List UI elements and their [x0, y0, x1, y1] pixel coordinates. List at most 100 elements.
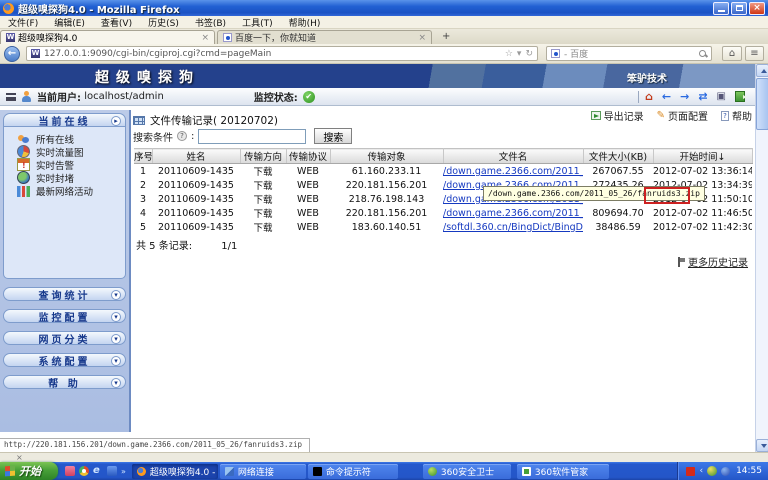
- tray-360-icon[interactable]: [707, 466, 717, 476]
- menu-tools[interactable]: 工具(T): [234, 16, 281, 29]
- hamburger-icon[interactable]: [6, 93, 16, 101]
- filename-link[interactable]: /down.game.2366.com/2011_...: [443, 166, 583, 177]
- task-button-360safe[interactable]: 360安全卫士: [423, 464, 511, 479]
- addon-bar-close-icon[interactable]: ×: [16, 453, 23, 462]
- sidebar-item-realtime-alert[interactable]: 实时告警: [4, 158, 125, 171]
- app-home-icon[interactable]: ⌂: [645, 90, 653, 103]
- web-search-input[interactable]: - 百度: [546, 46, 712, 61]
- col-protocol[interactable]: 传输协议: [286, 149, 330, 164]
- sidebar-item-all-online[interactable]: 所有在线: [4, 132, 125, 145]
- task-button-network[interactable]: 网络连接: [220, 464, 306, 479]
- expand-arrow-icon[interactable]: ▾: [111, 356, 121, 366]
- help-circle-icon: ?: [177, 131, 187, 141]
- col-direction[interactable]: 传输方向: [240, 149, 286, 164]
- menu-bookmarks[interactable]: 书签(B): [187, 16, 234, 29]
- start-button[interactable]: 开始: [0, 462, 58, 480]
- tray-app-icon[interactable]: [686, 467, 695, 476]
- sidebar-item-label: 实时告警: [36, 158, 74, 172]
- collapse-arrow-icon[interactable]: ▸: [111, 116, 121, 126]
- sidebar-section-online[interactable]: 当前在线 ▸: [3, 113, 126, 127]
- filename-link[interactable]: /softdl.360.cn/BingDict/BingDi...: [443, 222, 583, 233]
- back-button[interactable]: ←: [4, 46, 20, 62]
- reload-icon[interactable]: ↻: [525, 49, 533, 59]
- home-button[interactable]: ⌂: [722, 46, 742, 61]
- sidebar-item-realtime-block[interactable]: 实时封堵: [4, 171, 125, 184]
- sidebar-item-traffic-graph[interactable]: 实时流量图: [4, 145, 125, 158]
- search-row: 搜索条件 ? : 搜索: [133, 128, 352, 144]
- vertical-scrollbar[interactable]: [755, 64, 768, 452]
- dropdown-icon[interactable]: ▾: [517, 49, 522, 59]
- expand-arrow-icon[interactable]: ▾: [111, 378, 121, 388]
- expand-arrow-icon[interactable]: ▾: [111, 290, 121, 300]
- menu-help[interactable]: 帮助(H): [281, 16, 329, 29]
- tray-collapse-icon[interactable]: ‹: [699, 466, 703, 476]
- app-back-icon[interactable]: ←: [662, 90, 671, 103]
- table-icon: [133, 116, 145, 125]
- messenger-icon[interactable]: [107, 466, 117, 476]
- sidebar-section-query-stats[interactable]: 查询统计 ▾: [3, 287, 126, 301]
- tray-network-icon[interactable]: [721, 467, 730, 476]
- section-title: 查询统计: [4, 287, 125, 302]
- scroll-up-icon[interactable]: [756, 64, 768, 77]
- menu-edit[interactable]: 编辑(E): [46, 16, 93, 29]
- search-input[interactable]: [198, 129, 306, 144]
- help-button[interactable]: ? 帮助: [721, 108, 752, 123]
- tab-sniffer[interactable]: W 超级嗅探狗4.0 ×: [0, 30, 215, 44]
- sidebar-item-latest-activity[interactable]: 最新网络活动: [4, 184, 125, 197]
- quicklaunch-app-icon[interactable]: [65, 466, 75, 476]
- search-icon[interactable]: [699, 50, 707, 58]
- col-filename[interactable]: 文件名: [443, 149, 583, 164]
- bookmarks-list-button[interactable]: ≡: [745, 46, 764, 61]
- sidebar-section-system-config[interactable]: 系统配置 ▾: [3, 353, 126, 367]
- chrome-icon[interactable]: [79, 466, 89, 476]
- sidebar-section-monitor-config[interactable]: 监控配置 ▾: [3, 309, 126, 323]
- task-button-sniffer[interactable]: 超级嗅探狗4.0 - ...: [132, 464, 218, 479]
- window-title: 超级嗅探狗4.0 - Mozilla Firefox: [18, 1, 711, 16]
- menu-view[interactable]: 查看(V): [93, 16, 140, 29]
- close-button[interactable]: ×: [749, 2, 765, 15]
- menu-file[interactable]: 文件(F): [0, 16, 46, 29]
- brand-text: 笨驴技术: [627, 70, 667, 85]
- app-forward-icon[interactable]: →: [680, 90, 689, 103]
- menu-history[interactable]: 历史(S): [140, 16, 187, 29]
- minimize-button[interactable]: [713, 2, 729, 15]
- col-name[interactable]: 姓名: [152, 149, 240, 164]
- task-label: 360软件管家: [535, 465, 588, 478]
- tab-close-icon[interactable]: ×: [418, 33, 426, 43]
- help-label: 帮助: [732, 108, 752, 123]
- app-exit-icon[interactable]: [735, 91, 745, 102]
- export-records-button[interactable]: 导出记录: [591, 108, 644, 123]
- url-bar[interactable]: W 127.0.0.1:9090/cgi-bin/cgiproj.cgi?cmd…: [26, 46, 538, 61]
- col-target[interactable]: 传输对象: [330, 149, 443, 164]
- page-config-button[interactable]: ✎ 页面配置: [657, 108, 708, 123]
- pencil-icon: ✎: [657, 110, 665, 121]
- cell-name: 20110609-1435: [152, 206, 240, 220]
- col-index[interactable]: 序号: [134, 149, 152, 164]
- bookmark-star-icon[interactable]: ☆: [505, 49, 513, 59]
- scroll-down-icon[interactable]: [756, 439, 768, 452]
- tab-baidu[interactable]: 百度一下，你就知道 ×: [217, 30, 432, 44]
- col-filesize[interactable]: 文件大小(KB): [583, 149, 653, 164]
- scrollbar-thumb[interactable]: [756, 78, 768, 130]
- app-refresh-icon[interactable]: ⇄: [698, 90, 707, 103]
- more-history-link[interactable]: 更多历史记录: [677, 254, 748, 269]
- restore-button[interactable]: [731, 2, 747, 15]
- filename-link[interactable]: /down.game.2366.com/2011_...: [443, 208, 583, 219]
- cell-direction: 下载: [240, 220, 286, 234]
- task-button-cmd[interactable]: 命令提示符: [308, 464, 398, 479]
- sidebar-section-web-category[interactable]: 网页分类 ▾: [3, 331, 126, 345]
- ie-icon[interactable]: e: [93, 466, 103, 476]
- table-header-row: 序号 姓名 传输方向 传输协议 传输对象 文件名 文件大小(KB) 开始时间↓: [134, 149, 752, 164]
- search-button[interactable]: 搜索: [314, 128, 352, 144]
- sidebar-item-label: 所有在线: [36, 132, 74, 146]
- new-tab-button[interactable]: +: [438, 31, 454, 42]
- task-button-360soft[interactable]: 360软件管家: [517, 464, 609, 479]
- expand-arrow-icon[interactable]: ▾: [111, 312, 121, 322]
- app-monitor-icon[interactable]: ▣: [717, 91, 726, 102]
- sidebar-section-help[interactable]: 帮 助 ▾: [3, 375, 126, 389]
- quicklaunch-more-icon[interactable]: »: [121, 467, 126, 476]
- tab-close-icon[interactable]: ×: [201, 33, 209, 43]
- expand-arrow-icon[interactable]: ▾: [111, 334, 121, 344]
- restore-icon: [736, 5, 743, 11]
- col-starttime[interactable]: 开始时间↓: [653, 149, 752, 164]
